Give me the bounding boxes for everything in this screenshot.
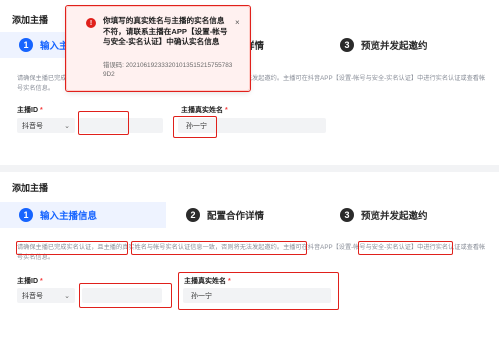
step-3-label: 预览并发起邀约: [361, 41, 428, 52]
page-title: 添加主播: [12, 15, 49, 25]
step-1-number: 1: [19, 208, 33, 222]
page-title: 添加主播: [12, 183, 49, 193]
step-2[interactable]: 2 配置合作详情: [186, 202, 264, 228]
bottom-form-panel: 添加主播 1 输入主播信息 2 配置合作详情 3 预览并发起邀约 请确保主播已完…: [0, 172, 499, 341]
platform-select[interactable]: 抖音号 ⌄: [17, 118, 75, 133]
hint-part-consistency: 真实姓名与帐号实名认证信息一致，否则将无法发起邀约。: [122, 244, 284, 251]
section-divider: [0, 165, 499, 172]
stepper: 1 输入主播信息 2 配置合作详情 3 预览并发起邀约: [0, 202, 499, 228]
streamer-name-input[interactable]: 孙一宁: [178, 118, 326, 133]
chevron-down-icon: ⌄: [64, 292, 70, 300]
step-3[interactable]: 3 预览并发起邀约: [340, 202, 428, 228]
hint-part-realname: 请确保主播已完成实名认证: [17, 244, 92, 251]
step-3-number: 3: [340, 208, 354, 222]
step-1[interactable]: 1 输入主播信息: [0, 202, 166, 228]
streamer-id-label: 主播ID *: [17, 107, 43, 114]
top-form-panel: 添加主播 1 输入主播信息 2 配置合作详情 3 预览并发起邀约 请确保主播已完…: [0, 0, 499, 165]
hint-part-settings-path: 【设置-帐号与安全-实名认证】: [332, 244, 418, 251]
platform-select-value: 抖音号: [22, 292, 43, 300]
step-3[interactable]: 3 预览并发起邀约: [340, 32, 428, 58]
step-1-label: 输入主播信息: [40, 211, 98, 222]
close-icon[interactable]: ×: [235, 18, 240, 27]
chevron-down-icon: ⌄: [64, 122, 70, 130]
streamer-name-label: 主播真实姓名 *: [184, 278, 231, 285]
streamer-name-value: 孙一宁: [191, 292, 212, 300]
streamer-id-label: 主播ID *: [17, 278, 43, 285]
error-toast: ! 你填写的真实姓名与主播的实名信息不符，请联系主播在APP【设置-帐号与安全-…: [66, 6, 250, 91]
error-icon: !: [86, 18, 96, 28]
error-code: 错误码: 2021061923332010135152157557839D2: [103, 62, 233, 78]
platform-select-value: 抖音号: [22, 122, 43, 130]
platform-select[interactable]: 抖音号 ⌄: [17, 288, 75, 303]
streamer-id-input[interactable]: [79, 118, 163, 133]
streamer-name-value: 孙一宁: [186, 122, 207, 130]
step-2-label: 配置合作详情: [207, 211, 265, 222]
error-message: 你填写的真实姓名与主播的实名信息不符，请联系主播在APP【设置-帐号与安全-实名…: [103, 16, 228, 46]
step-1-number: 1: [19, 38, 33, 52]
step-2-number: 2: [186, 208, 200, 222]
step-3-number: 3: [340, 38, 354, 52]
streamer-name-label: 主播真实姓名 *: [181, 107, 228, 114]
streamer-id-input[interactable]: [82, 288, 162, 303]
step-3-label: 预览并发起邀约: [361, 211, 428, 222]
streamer-name-input[interactable]: 孙一宁: [183, 288, 331, 303]
realname-hint: 请确保主播已完成实名认证，且主播的真实姓名与帐号实名认证信息一致，否则将无法发起…: [17, 244, 486, 261]
